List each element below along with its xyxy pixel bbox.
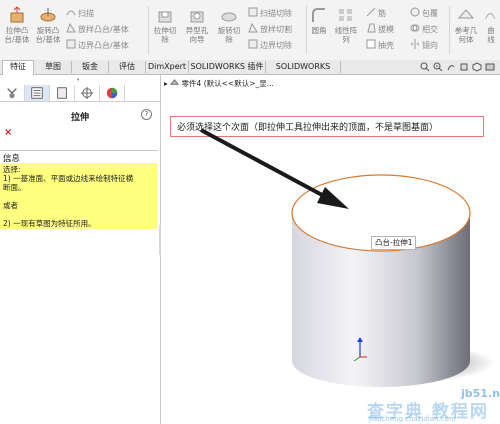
- zoom-to-fit-icon[interactable]: [420, 62, 430, 72]
- wrap-icon: [410, 7, 420, 17]
- fillet-button[interactable]: 圆角: [308, 6, 330, 35]
- extrude-boss-button[interactable]: 拉伸凸 台/基体: [2, 6, 32, 44]
- feature-tree-icon: [7, 88, 17, 99]
- revolve-boss-button[interactable]: 旋转凸 台/基体: [33, 6, 63, 44]
- boundary-cut-button[interactable]: 边界切除: [248, 39, 292, 51]
- view-orientation-icon[interactable]: [472, 62, 482, 72]
- swept-cut-icon: [248, 7, 258, 17]
- curves-icon: [485, 13, 496, 20]
- ribbon-divider: [148, 6, 149, 54]
- draft-icon: [367, 23, 376, 33]
- feature-manager-tab[interactable]: [0, 85, 25, 101]
- property-manager-tab[interactable]: [25, 85, 50, 101]
- shell-button[interactable]: 抽壳: [366, 39, 394, 51]
- configuration-manager-tab[interactable]: [50, 85, 75, 101]
- extrude-cut-button[interactable]: 拉伸切 除: [150, 6, 180, 44]
- display-style-icon[interactable]: [485, 62, 495, 72]
- extrude-cut-icon: [158, 11, 172, 23]
- lofted-cut-button[interactable]: 放样切割: [248, 23, 292, 35]
- sweep-icon: [66, 10, 76, 16]
- linear-pattern-icon: [339, 9, 352, 21]
- cancel-button[interactable]: ×: [4, 127, 12, 138]
- ribbon-divider: [449, 6, 450, 54]
- draft-button[interactable]: 拔模: [366, 23, 394, 35]
- previous-view-icon[interactable]: [446, 62, 456, 72]
- configuration-icon: [57, 87, 67, 99]
- reference-geometry-button[interactable]: 参考几 何体: [451, 6, 481, 44]
- dimxpert-manager-tab[interactable]: [75, 85, 100, 101]
- info-line: 选择:: [3, 165, 21, 174]
- revolve-boss-label: 旋转凸 台/基体: [35, 26, 61, 44]
- info-line: 断面。: [3, 183, 26, 192]
- hole-wizard-button[interactable]: 异型孔 向导: [182, 6, 212, 44]
- panel-grip-icon[interactable]: •: [76, 76, 80, 84]
- info-line: 或者: [3, 201, 18, 210]
- reference-geometry-icon: [457, 9, 475, 19]
- model-graphics: [200, 128, 495, 387]
- command-manager-ribbon: 拉伸凸 台/基体 旋转凸 台/基体 扫描 放样凸台/基体 边界凸台/基体 拉伸切…: [0, 0, 500, 61]
- swept-cut-button[interactable]: 扫描切除: [248, 7, 292, 19]
- lofted-cut-icon: [248, 23, 258, 33]
- watermark-url: jiaocheng.chazidian.com: [369, 415, 456, 423]
- tab-features[interactable]: 特征: [2, 60, 34, 75]
- boundary-icon: [66, 39, 76, 49]
- intersect-button[interactable]: 相交: [410, 23, 438, 35]
- info-line: 2) 一现有草图为特征所用。: [3, 219, 96, 228]
- info-message-box: 选择: 1) 一基准面、平面或边线来绘制特征横 断面。 或者 2) 一现有草图为…: [0, 163, 157, 229]
- info-line: 1) 一基准面、平面或边线来绘制特征横: [3, 174, 134, 183]
- intersect-icon: [410, 24, 420, 32]
- tab-solidworks-addins[interactable]: SOLIDWORKS 插件: [189, 61, 266, 73]
- sweep-button[interactable]: 扫描: [66, 7, 94, 19]
- revolve-cut-icon: [221, 12, 237, 22]
- tab-sheet-metal[interactable]: 钣金: [72, 61, 109, 73]
- help-icon[interactable]: ?: [141, 109, 152, 120]
- tab-dimxpert[interactable]: DimXpert: [146, 61, 189, 73]
- face-tag-label: 凸台-拉伸1: [371, 236, 417, 250]
- section-view-icon[interactable]: [459, 62, 469, 72]
- extrude-boss-label: 拉伸凸 台/基体: [4, 26, 30, 44]
- graphics-viewport[interactable]: ▸ 零件4 (默认<<默认>_显... 必须选择这个次面（即拉伸工具拉伸出来的顶…: [161, 75, 500, 424]
- tab-solidworks-mbd[interactable]: SOLIDWORKS MBD: [266, 61, 341, 83]
- tab-sketch[interactable]: 草图: [35, 61, 72, 73]
- fillet-icon: [312, 8, 325, 22]
- wrap-button[interactable]: 包覆: [410, 7, 438, 19]
- extrude-boss-icon: [10, 6, 24, 23]
- property-list-icon: [31, 87, 43, 99]
- property-manager-panel: • 拉伸 ? × 信息 ︿ 选择: 1) 一基准面、平面或边线来绘制特征横 断面…: [0, 75, 161, 424]
- display-manager-tab[interactable]: [100, 85, 125, 101]
- pointer-arrow: [200, 128, 349, 209]
- mirror-button[interactable]: 镜向: [410, 39, 438, 51]
- manager-tabs: [0, 85, 160, 102]
- zoom-area-icon[interactable]: [433, 62, 443, 72]
- rib-button[interactable]: 筋: [366, 7, 386, 19]
- tab-evaluate[interactable]: 评估: [109, 61, 146, 73]
- ribbon-divider: [306, 6, 307, 54]
- color-wheel-icon: [106, 87, 118, 99]
- shell-icon: [366, 39, 376, 49]
- loft-icon: [66, 23, 76, 33]
- loft-boss-button[interactable]: 放样凸台/基体: [66, 23, 129, 35]
- curves-button[interactable]: 曲 线: [482, 6, 500, 44]
- property-manager-title: 拉伸: [70, 113, 89, 123]
- info-section-header[interactable]: 信息 ︿: [0, 150, 158, 164]
- mirror-icon: [411, 39, 419, 49]
- linear-pattern-button[interactable]: 线性阵 列: [331, 6, 361, 44]
- revolve-cut-button[interactable]: 旋转切 除: [214, 6, 244, 44]
- revolve-boss-icon: [40, 8, 56, 22]
- rib-icon: [366, 7, 376, 17]
- boundary-cut-icon: [248, 39, 258, 49]
- boundary-boss-button[interactable]: 边界凸台/基体: [66, 39, 129, 51]
- hole-wizard-icon: [190, 11, 204, 23]
- crosshair-icon: [80, 86, 94, 100]
